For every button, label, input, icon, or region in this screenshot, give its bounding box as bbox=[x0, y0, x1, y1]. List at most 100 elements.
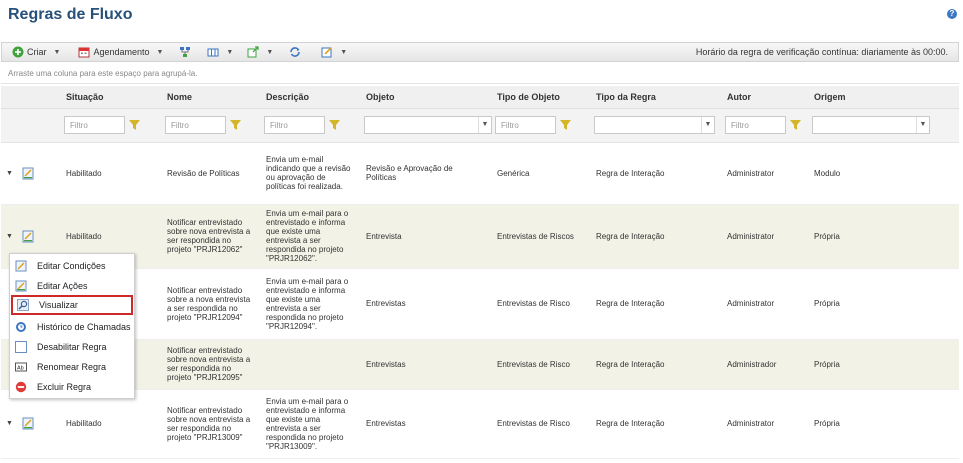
chevron-down-icon: ▼ bbox=[916, 117, 929, 133]
edit-icon bbox=[321, 47, 332, 58]
add-icon bbox=[12, 46, 24, 58]
row-menu-chevron-icon[interactable]: ▼ bbox=[6, 420, 16, 427]
schedule-status-text: Horário da regra de verificação contínua… bbox=[695, 47, 948, 57]
hierarchy-button[interactable] bbox=[179, 43, 191, 61]
rule-document-icon[interactable] bbox=[22, 230, 34, 243]
cell-descricao: Envia um e-mail para o entrevistado e in… bbox=[260, 389, 360, 459]
columns-icon bbox=[207, 48, 219, 57]
edit-button[interactable]: ▼ bbox=[321, 43, 347, 61]
rename-icon: Ab bbox=[15, 362, 27, 372]
page-title: Regras de Fluxo bbox=[8, 6, 133, 23]
filter-nome-input[interactable]: Filtro bbox=[165, 116, 226, 134]
filter-icon[interactable] bbox=[560, 120, 571, 130]
menu-item-view[interactable]: Visualizar bbox=[11, 295, 133, 315]
cell-descricao bbox=[260, 339, 360, 390]
menu-item-edit-conditions[interactable]: Editar Condições bbox=[11, 256, 133, 276]
toolbar: Criar ▼ Agendamento ▼ ▼ ▼ ▼ Horário da r… bbox=[1, 42, 959, 62]
cell-nome: Revisão de Políticas bbox=[161, 142, 260, 205]
hierarchy-icon bbox=[180, 47, 191, 57]
row-menu-chevron-icon[interactable]: ▼ bbox=[6, 170, 16, 177]
filter-icon[interactable] bbox=[329, 120, 340, 130]
menu-item-delete-rule[interactable]: Excluir Regra bbox=[11, 377, 133, 397]
menu-item-label: Desabilitar Regra bbox=[37, 342, 107, 352]
cell-autor: Administrator bbox=[721, 142, 808, 205]
filter-descricao-input[interactable]: Filtro bbox=[264, 116, 325, 134]
row-menu-chevron-icon[interactable]: ▼ bbox=[6, 233, 16, 240]
cell-nome: Notificar entrevistado sobre nova entrev… bbox=[161, 339, 260, 390]
refresh-button[interactable] bbox=[289, 43, 301, 61]
cell-tipo-regra: Regra de Interação bbox=[590, 339, 721, 390]
column-header-tipo-objeto[interactable]: Tipo de Objeto bbox=[491, 86, 590, 109]
cell-tipo-objeto: Genérica bbox=[491, 142, 590, 205]
cell-autor: Administrador bbox=[721, 339, 808, 390]
menu-item-disable-rule[interactable]: Desabilitar Regra bbox=[11, 337, 133, 357]
filter-tipo-regra-select[interactable]: ▼ bbox=[594, 116, 715, 134]
menu-item-label: Visualizar bbox=[39, 300, 78, 310]
column-header-nome[interactable]: Nome bbox=[161, 86, 260, 109]
cell-objeto: Entrevista bbox=[360, 204, 491, 269]
create-button[interactable]: Criar ▼ bbox=[12, 43, 60, 61]
cell-objeto: Entrevistas bbox=[360, 268, 491, 340]
cell-tipo-objeto: Entrevistas de Risco bbox=[491, 389, 590, 459]
menu-item-rename-rule[interactable]: Ab Renomear Regra bbox=[11, 357, 133, 377]
filter-tipo-objeto-input[interactable]: Filtro bbox=[495, 116, 556, 134]
rule-document-icon[interactable] bbox=[22, 417, 34, 430]
create-label: Criar bbox=[27, 47, 47, 57]
cell-tipo-regra: Regra de Interação bbox=[590, 389, 721, 459]
cell-nome: Notificar entrevistado sobre a nova entr… bbox=[161, 268, 260, 340]
menu-item-label: Histórico de Chamadas bbox=[37, 322, 131, 332]
cell-autor: Administrator bbox=[721, 204, 808, 269]
cell-objeto: Entrevistas bbox=[360, 389, 491, 459]
filter-situacao-input[interactable]: Filtro bbox=[64, 116, 125, 134]
menu-item-edit-actions[interactable]: Editar Ações bbox=[11, 276, 133, 296]
filter-icon[interactable] bbox=[230, 120, 241, 130]
column-header-situacao[interactable]: Situação bbox=[60, 86, 161, 109]
chevron-down-icon: ▼ bbox=[156, 48, 164, 56]
columns-button[interactable]: ▼ bbox=[207, 43, 233, 61]
table-row[interactable]: Notificar entrevistado sobre a nova entr… bbox=[1, 268, 959, 340]
export-icon bbox=[247, 46, 259, 58]
chevron-down-icon: ▼ bbox=[701, 117, 714, 133]
cell-tipo-objeto: Entrevistas de Risco bbox=[491, 268, 590, 340]
column-header-origem[interactable]: Origem bbox=[808, 86, 959, 109]
rule-document-icon[interactable] bbox=[22, 167, 34, 180]
header-row: Situação Nome Descrição Objeto Tipo de O… bbox=[1, 86, 959, 109]
column-header-descricao[interactable]: Descrição bbox=[260, 86, 360, 109]
table-row[interactable]: ▼ Habilitado Notificar entrevistado sobr… bbox=[1, 389, 959, 459]
delete-icon bbox=[15, 381, 27, 393]
history-icon bbox=[16, 322, 26, 332]
column-header-objeto[interactable]: Objeto bbox=[360, 86, 491, 109]
help-icon[interactable]: ? bbox=[947, 9, 957, 19]
chevron-down-icon: ▼ bbox=[266, 48, 274, 56]
filter-icon[interactable] bbox=[129, 120, 140, 130]
edit-actions-icon bbox=[15, 280, 27, 292]
cell-descricao: Envia um e-mail para o entrevistado e in… bbox=[260, 204, 360, 269]
svg-text:Ab: Ab bbox=[17, 366, 24, 372]
filter-icon[interactable] bbox=[790, 120, 801, 130]
chevron-down-icon: ▼ bbox=[340, 48, 348, 56]
cell-autor: Administrator bbox=[721, 389, 808, 459]
filter-objeto-select[interactable]: ▼ bbox=[364, 116, 492, 134]
filter-row: Filtro Filtro Filtro ▼ Filtro ▼ Filtro ▼ bbox=[1, 108, 959, 143]
table-row[interactable]: ▼ Habilitado Revisão de Políticas Envia … bbox=[1, 142, 959, 205]
cell-origem: Modulo bbox=[808, 142, 959, 205]
filter-autor-input[interactable]: Filtro bbox=[725, 116, 786, 134]
column-header-autor[interactable]: Autor bbox=[721, 86, 808, 109]
group-by-drop-area[interactable]: Arraste uma coluna para este espaço para… bbox=[1, 64, 959, 84]
column-header-actions bbox=[1, 86, 60, 109]
magnifier-icon bbox=[17, 299, 29, 311]
schedule-button[interactable]: Agendamento ▼ bbox=[78, 43, 163, 61]
row-context-menu: Editar Condições Editar Ações Visualizar… bbox=[9, 253, 135, 399]
cell-origem: Própria bbox=[808, 268, 959, 340]
filter-origem-select[interactable]: ▼ bbox=[812, 116, 930, 134]
column-header-tipo-regra[interactable]: Tipo da Regra bbox=[590, 86, 721, 109]
menu-item-label: Editar Condições bbox=[37, 261, 106, 271]
menu-item-call-history[interactable]: Histórico de Chamadas bbox=[11, 317, 133, 337]
cell-autor: Administrator bbox=[721, 268, 808, 340]
cell-origem: Própria bbox=[808, 339, 959, 390]
cell-descricao: Envia um e-mail para o entrevistado e in… bbox=[260, 268, 360, 340]
table-row[interactable]: ▼ Habilitado Notificar entrevistado sobr… bbox=[1, 204, 959, 269]
export-button[interactable]: ▼ bbox=[247, 43, 273, 61]
table-row[interactable]: Notificar entrevistado sobre nova entrev… bbox=[1, 339, 959, 390]
cell-situacao: Habilitado bbox=[60, 389, 161, 459]
